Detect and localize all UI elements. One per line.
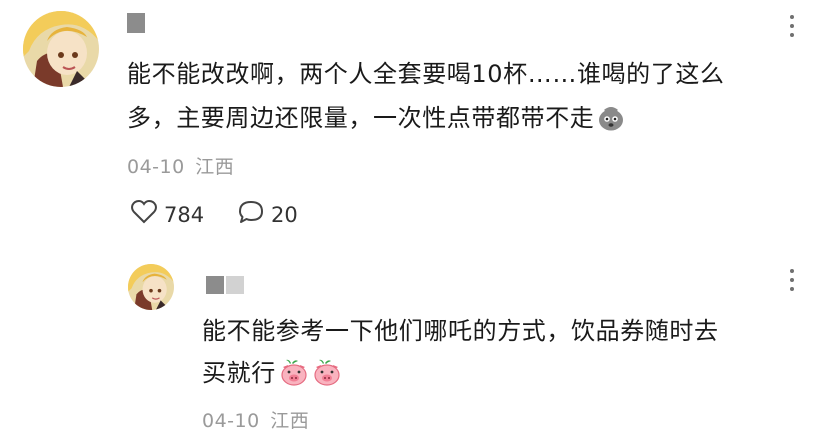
heart-icon bbox=[130, 199, 158, 230]
avatar[interactable] bbox=[23, 11, 99, 87]
reply-username-redacted-2 bbox=[226, 276, 244, 294]
like-button[interactable]: 784 bbox=[130, 199, 204, 230]
comment-date: 04-10 bbox=[127, 156, 185, 178]
reply-date: 04-10 bbox=[202, 410, 260, 432]
comment-bubble-icon bbox=[237, 199, 265, 230]
reply-text-line-2: 买就行 bbox=[202, 359, 276, 387]
reply-avatar[interactable] bbox=[128, 264, 174, 310]
pig-face-icon bbox=[312, 357, 342, 401]
comment-text-line-2-wrap: 多，主要周边还限量，一次性点带都带不走 bbox=[127, 96, 625, 146]
reply-more-options-icon[interactable] bbox=[787, 269, 797, 291]
sad-face-icon bbox=[597, 102, 625, 146]
reply-meta: 04-10 江西 bbox=[202, 406, 309, 433]
comment-text-line-2: 多，主要周边还限量，一次性点带都带不走 bbox=[127, 104, 595, 132]
pig-face-icon bbox=[279, 357, 309, 401]
comment-text-line-1: 能不能改改啊，两个人全套要喝10杯……谁喝的了这么 bbox=[127, 60, 725, 88]
username-redacted[interactable] bbox=[127, 13, 145, 33]
comment-count: 20 bbox=[271, 202, 298, 227]
like-count: 784 bbox=[164, 202, 205, 227]
reply-text-line-1: 能不能参考一下他们哪吒的方式，饮品券随时去 bbox=[202, 317, 719, 345]
reply-text-line-2-wrap: 买就行 bbox=[202, 351, 342, 401]
reply-username-redacted[interactable] bbox=[206, 276, 224, 294]
comment-location: 江西 bbox=[195, 156, 235, 178]
more-options-icon[interactable] bbox=[787, 15, 797, 37]
reply-button[interactable]: 20 bbox=[237, 199, 298, 230]
reply-location: 江西 bbox=[270, 410, 310, 432]
comment-meta: 04-10 江西 bbox=[127, 152, 234, 179]
